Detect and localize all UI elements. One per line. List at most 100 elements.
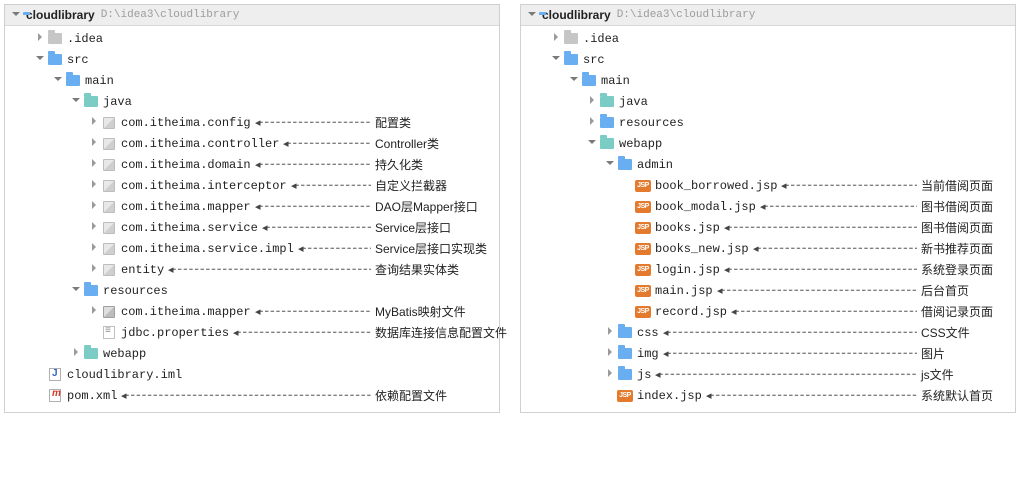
chevron-down-icon[interactable] [33,53,47,66]
tree-row[interactable]: com.itheima.config◂╴╴╴╴╴╴╴╴╴╴╴╴╴╴╴╴╴╴╴╴╴… [5,112,499,133]
chevron-right-icon[interactable] [87,263,101,276]
tree-row[interactable]: com.itheima.interceptor◂╴╴╴╴╴╴╴╴╴╴╴╴╴╴╴╴… [5,175,499,196]
folder-icon [65,74,81,88]
tree-row[interactable]: com.itheima.service◂╴╴╴╴╴╴╴╴╴╴╴╴╴╴╴╴╴╴╴╴… [5,217,499,238]
tree-row[interactable]: src [521,49,1015,70]
annotation-arrow-icon: ◂╴╴╴╴╴╴╴╴╴╴╴╴╴╴╴╴╴╴╴╴╴╴╴╴╴╴╴╴╴╴╴╴╴╴╴╴╴╴╴… [704,389,917,402]
tree-row[interactable]: resources [521,112,1015,133]
tree-item-label: main [601,74,630,88]
tree-row[interactable]: record.jsp◂╴╴╴╴╴╴╴╴╴╴╴╴╴╴╴╴╴╴╴╴╴╴╴╴╴╴╴╴╴… [521,301,1015,322]
chevron-right-icon[interactable] [603,326,617,339]
tree-row[interactable]: login.jsp◂╴╴╴╴╴╴╴╴╴╴╴╴╴╴╴╴╴╴╴╴╴╴╴╴╴╴╴╴╴╴… [521,259,1015,280]
tree-row[interactable]: main [5,70,499,91]
tree-row[interactable]: .idea [5,28,499,49]
chevron-right-icon[interactable] [69,347,83,360]
package-icon [101,158,117,172]
tree-row[interactable]: admin [521,154,1015,175]
panel-header: cloudlibrary D:\idea3\cloudlibrary [5,5,499,26]
tree-row[interactable]: entity◂╴╴╴╴╴╴╴╴╴╴╴╴╴╴╴╴╴╴╴╴╴╴╴╴╴╴╴╴╴╴╴╴╴… [5,259,499,280]
package-icon [101,200,117,214]
annotation-arrow-icon: ◂╴╴╴╴╴╴╴╴╴╴╴╴╴╴╴╴╴╴╴╴╴╴╴╴╴ [260,221,371,234]
chevron-right-icon[interactable] [585,116,599,129]
chevron-down-icon[interactable] [69,284,83,297]
tree-row[interactable]: main [521,70,1015,91]
folder-icon [617,158,633,172]
tree-row[interactable]: java [521,91,1015,112]
project-tree: .ideasrcmainjavacom.itheima.config◂╴╴╴╴╴… [5,26,499,408]
tree-row[interactable]: com.itheima.mapper◂╴╴╴╴╴╴╴╴╴╴╴╴╴╴╴╴╴╴╴╴╴… [5,196,499,217]
chevron-right-icon[interactable] [33,32,47,45]
tree-item-label: com.itheima.config [121,116,251,130]
chevron-right-icon[interactable] [585,95,599,108]
tree-row[interactable]: webapp [5,343,499,364]
chevron-down-icon[interactable] [51,74,65,87]
module-path: D:\idea3\cloudlibrary [101,9,240,21]
folder-icon [617,368,633,382]
chevron-right-icon[interactable] [87,305,101,318]
tree-item-label: java [619,95,648,109]
package-icon [101,263,117,277]
tree-row[interactable]: js◂╴╴╴╴╴╴╴╴╴╴╴╴╴╴╴╴╴╴╴╴╴╴╴╴╴╴╴╴╴╴╴╴╴╴╴╴╴… [521,364,1015,385]
tree-row[interactable]: index.jsp◂╴╴╴╴╴╴╴╴╴╴╴╴╴╴╴╴╴╴╴╴╴╴╴╴╴╴╴╴╴╴… [521,385,1015,406]
annotation-arrow-icon: ◂╴╴╴╴╴╴╴╴╴╴╴╴╴╴╴╴╴╴╴╴╴╴╴╴╴╴╴ [253,200,371,213]
tree-item-label: cloudlibrary.iml [67,368,182,382]
chevron-right-icon[interactable] [603,347,617,360]
chevron-right-icon[interactable] [87,158,101,171]
package-icon [101,137,117,151]
chevron-down-icon[interactable] [69,95,83,108]
annotation-arrow-icon: ◂╴╴╴╴╴╴╴╴╴╴╴╴╴╴╴╴╴╴╴╴╴╴╴╴╴╴╴╴╴╴╴╴╴╴╴╴╴╴╴… [722,263,917,276]
chevron-right-icon[interactable] [549,32,563,45]
chevron-right-icon[interactable] [87,221,101,234]
tree-row[interactable]: book_borrowed.jsp◂╴╴╴╴╴╴╴╴╴╴╴╴╴╴╴╴╴╴╴╴╴╴… [521,175,1015,196]
tree-item-label: book_modal.jsp [655,200,756,214]
tree-row[interactable]: books_new.jsp◂╴╴╴╴╴╴╴╴╴╴╴╴╴╴╴╴╴╴╴╴╴╴╴╴╴╴… [521,238,1015,259]
chevron-down-icon[interactable] [603,158,617,171]
tree-row[interactable]: webapp [521,133,1015,154]
chevron-right-icon[interactable] [87,242,101,255]
annotation-label: 配置类 [375,114,411,131]
tree-row[interactable]: java [5,91,499,112]
chevron-down-icon[interactable] [585,137,599,150]
tree-row[interactable]: book_modal.jsp◂╴╴╴╴╴╴╴╴╴╴╴╴╴╴╴╴╴╴╴╴╴╴╴╴╴… [521,196,1015,217]
collapse-icon[interactable] [527,8,539,22]
tree-item-label: resources [619,116,684,130]
annotation-label: 图书借阅页面 [921,219,993,236]
folder-icon [617,326,633,340]
tree-row[interactable]: pom.xml◂╴╴╴╴╴╴╴╴╴╴╴╴╴╴╴╴╴╴╴╴╴╴╴╴╴╴╴╴╴╴╴╴… [5,385,499,406]
annotation-arrow-icon: ◂╴╴╴╴╴╴╴╴╴╴╴╴╴╴╴╴╴╴╴╴╴╴╴╴╴╴╴╴╴╴╴╴╴╴╴╴╴╴╴… [653,368,917,381]
tree-item-label: src [583,53,605,67]
chevron-right-icon[interactable] [87,200,101,213]
tree-row[interactable]: jdbc.properties◂╴╴╴╴╴╴╴╴╴╴╴╴╴╴╴╴╴╴╴╴╴╴╴╴… [5,322,499,343]
folder-excluded-icon [47,32,63,46]
chevron-down-icon[interactable] [567,74,581,87]
annotation-arrow-icon: ◂╴╴╴╴╴╴╴╴╴╴╴╴╴╴╴╴╴╴╴╴╴╴╴╴╴╴╴╴╴╴╴╴ [779,179,917,192]
annotation-label: 新书推荐页面 [921,240,993,257]
tree-row[interactable]: resources [5,280,499,301]
tree-item-label: books_new.jsp [655,242,749,256]
collapse-icon[interactable] [11,8,23,22]
tree-item-label: index.jsp [637,389,702,403]
tree-row[interactable]: com.itheima.controller◂╴╴╴╴╴╴╴╴╴╴╴╴╴╴╴╴╴… [5,133,499,154]
annotation-label: 系统登录页面 [921,261,993,278]
tree-row[interactable]: .idea [521,28,1015,49]
chevron-right-icon[interactable] [87,179,101,192]
tree-row[interactable]: css◂╴╴╴╴╴╴╴╴╴╴╴╴╴╴╴╴╴╴╴╴╴╴╴╴╴╴╴╴╴╴╴╴╴╴╴╴… [521,322,1015,343]
chevron-right-icon[interactable] [603,368,617,381]
tree-row[interactable]: cloudlibrary.iml [5,364,499,385]
tree-item-label: java [103,95,132,109]
chevron-right-icon[interactable] [87,116,101,129]
tree-row[interactable]: img◂╴╴╴╴╴╴╴╴╴╴╴╴╴╴╴╴╴╴╴╴╴╴╴╴╴╴╴╴╴╴╴╴╴╴╴╴… [521,343,1015,364]
annotation-arrow-icon: ◂╴╴╴╴╴╴╴╴╴╴╴╴╴╴╴╴╴╴╴╴╴╴╴╴╴╴╴╴╴╴╴╴╴ [231,326,371,339]
chevron-right-icon[interactable] [87,137,101,150]
module-name: cloudlibrary [542,8,611,22]
tree-item-label: src [67,53,89,67]
chevron-down-icon[interactable] [549,53,563,66]
tree-row[interactable]: main.jsp◂╴╴╴╴╴╴╴╴╴╴╴╴╴╴╴╴╴╴╴╴╴╴╴╴╴╴╴╴╴╴╴… [521,280,1015,301]
tree-row[interactable]: com.itheima.service.impl◂╴╴╴╴╴╴╴╴╴╴╴╴╴╴╴… [5,238,499,259]
jsp-file-icon [617,389,633,403]
tree-row[interactable]: src [5,49,499,70]
tree-item-label: books.jsp [655,221,720,235]
tree-row[interactable]: com.itheima.domain◂╴╴╴╴╴╴╴╴╴╴╴╴╴╴╴╴╴╴╴╴╴… [5,154,499,175]
tree-row[interactable]: com.itheima.mapper◂╴╴╴╴╴╴╴╴╴╴╴╴╴╴╴╴╴╴╴╴╴… [5,301,499,322]
tree-row[interactable]: books.jsp◂╴╴╴╴╴╴╴╴╴╴╴╴╴╴╴╴╴╴╴╴╴╴╴╴╴╴╴╴╴╴… [521,217,1015,238]
